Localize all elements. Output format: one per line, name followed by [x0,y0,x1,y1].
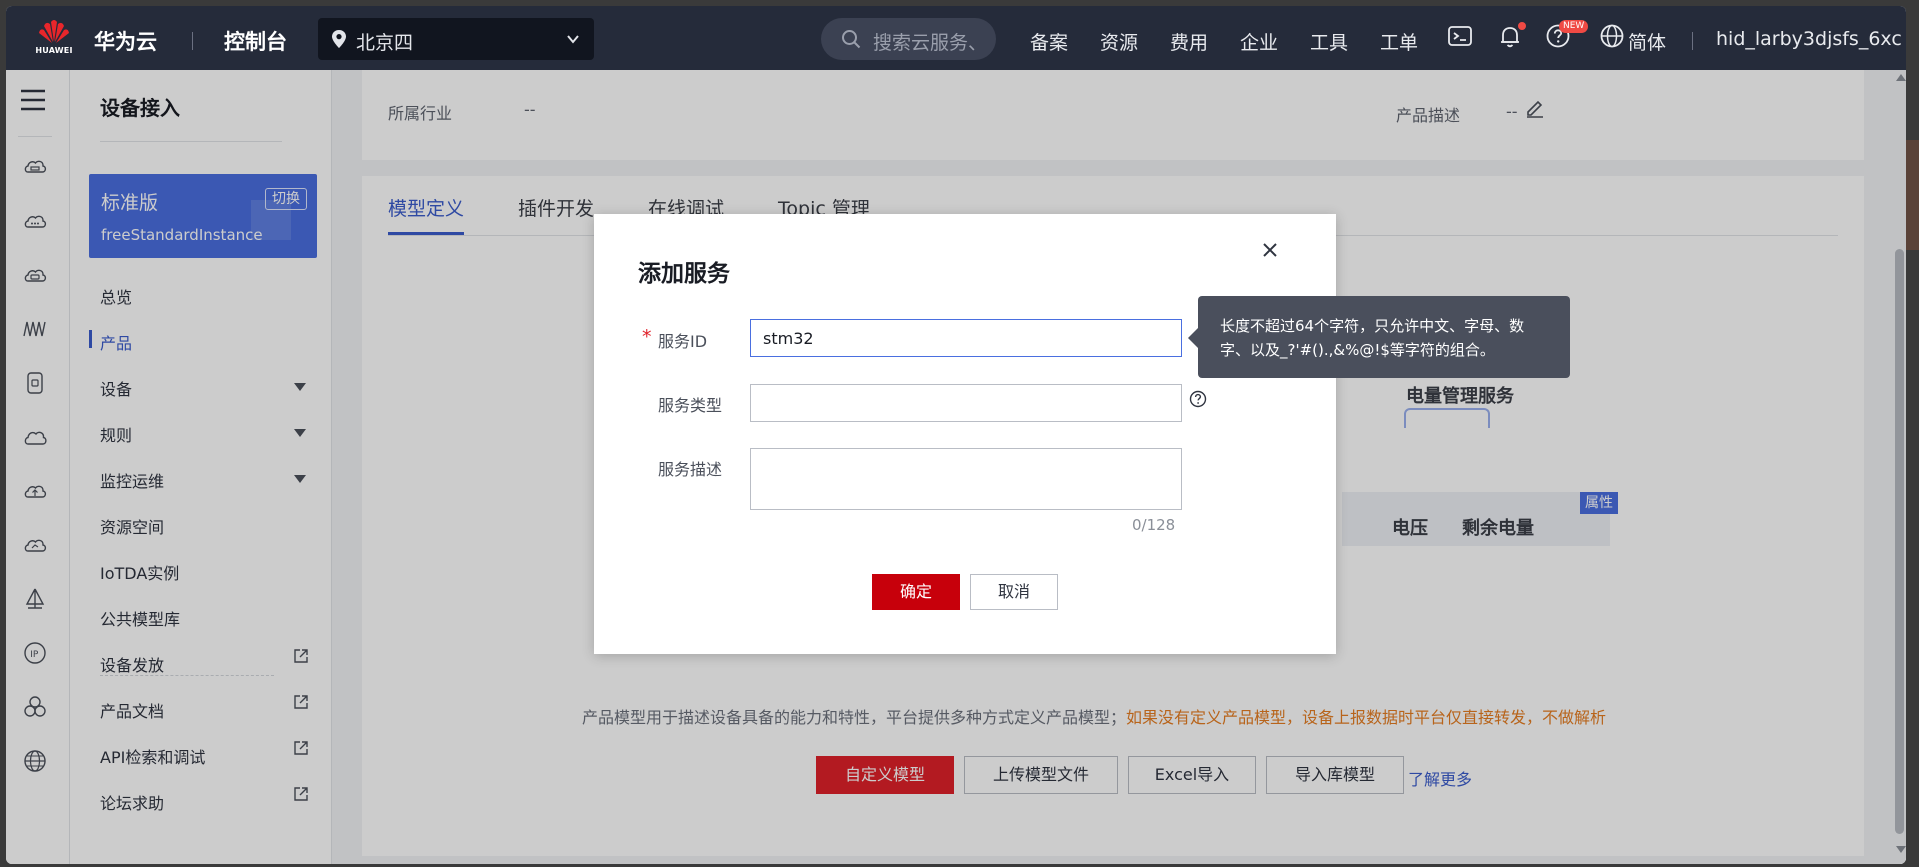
service-type-input[interactable] [750,384,1182,422]
add-service-dialog: 添加服务 * 服务ID 服务类型 服务描述 0/128 确定 取消 [594,214,1336,654]
divider [192,32,193,50]
new-badge: NEW [1559,20,1589,33]
language-switcher[interactable]: 简体 [1628,28,1666,55]
close-icon[interactable] [1258,238,1282,262]
nav-resources[interactable]: 资源 [1100,28,1138,55]
tooltip-line-1: 长度不超过64个字符，只允许中文、字母、数 [1220,317,1525,335]
divider [1692,32,1693,50]
terminal-icon[interactable] [1446,22,1474,50]
confirm-button[interactable]: 确定 [872,574,960,610]
search-box[interactable]: 搜索云服务、 [821,18,996,60]
globe-icon[interactable] [1598,22,1626,50]
brand-name[interactable]: 华为云 [94,26,157,56]
required-asterisk: * [642,326,652,348]
question-circle-icon[interactable] [1188,389,1208,409]
cancel-button[interactable]: 取消 [970,574,1058,610]
service-id-input[interactable] [750,319,1182,357]
top-bar: HUAWEI 华为云 控制台 北京四 搜索云服务、 备案 资源 费用 企业 工具 [6,6,1906,70]
app-window: HUAWEI 华为云 控制台 北京四 搜索云服务、 备案 资源 费用 企业 工具 [6,6,1906,864]
huawei-petals-icon [39,20,69,43]
region-selector[interactable]: 北京四 [318,18,594,60]
location-pin-icon [332,30,346,48]
dialog-title: 添加服务 [638,261,730,287]
service-description-label: 服务描述 [658,460,723,479]
nav-billing[interactable]: 费用 [1170,28,1208,55]
service-id-tooltip: 长度不超过64个字符，只允许中文、字母、数 字、以及_?'#().,&%@!$等… [1198,296,1570,378]
chevron-down-icon [567,35,579,44]
background-window-edge [1906,140,1919,250]
nav-filing[interactable]: 备案 [1030,28,1068,55]
nav-tools[interactable]: 工具 [1310,28,1348,55]
service-type-label: 服务类型 [658,396,723,415]
search-icon [842,30,861,49]
search-placeholder: 搜索云服务、 [873,32,988,54]
console-link[interactable]: 控制台 [224,26,287,56]
tooltip-line-2: 字、以及_?'#().,&%@!$等字符的组合。 [1220,341,1495,359]
service-id-label: 服务ID [658,332,708,351]
huawei-logo[interactable]: HUAWEI [34,16,74,60]
service-description-textarea[interactable] [750,448,1182,510]
tooltip-arrow [1188,328,1198,348]
character-counter: 0/128 [1132,516,1176,534]
region-label: 北京四 [356,32,414,54]
nav-tickets[interactable]: 工单 [1380,28,1418,55]
nav-enterprise[interactable]: 企业 [1240,28,1278,55]
logo-wordmark: HUAWEI [35,46,73,55]
user-account[interactable]: hid_larby3djsfs_6xc [1716,28,1902,50]
notification-dot [1518,22,1526,30]
